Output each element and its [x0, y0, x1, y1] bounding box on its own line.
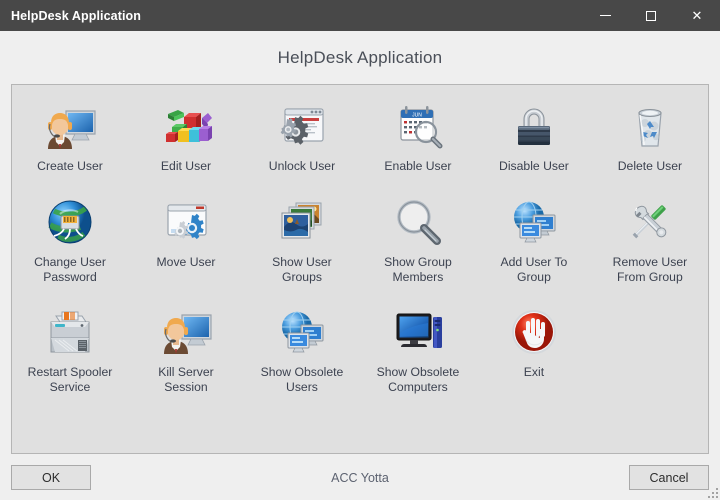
icon-row: Change User Password Move User Show User…: [12, 186, 708, 296]
action-icon-panel: Create User Edit User Unlock User JUN En…: [11, 84, 709, 454]
action-label: Unlock User: [268, 159, 336, 173]
window-settings-gears-icon: [157, 194, 215, 252]
resize-grip[interactable]: [706, 486, 718, 498]
action-label: Exit: [523, 365, 545, 379]
action-label: Show Obsolete Computers: [376, 365, 460, 394]
close-icon: ✕: [691, 8, 703, 23]
action-label: Add User To Group: [500, 255, 568, 284]
action-move-user[interactable]: Move User: [128, 186, 244, 296]
helpdesk-application-window: HelpDesk Application ✕ HelpDesk Applicat…: [0, 0, 720, 500]
globe-two-monitors-icon: [505, 194, 563, 252]
desktop-computer-tower-icon: [389, 304, 447, 362]
status-text: ACC Yotta: [331, 470, 389, 485]
calendar-magnifier-icon: JUN: [389, 98, 447, 156]
action-kill-server-session[interactable]: Kill Server Session: [128, 296, 244, 406]
action-delete-user[interactable]: Delete User: [592, 90, 708, 186]
action-create-user[interactable]: Create User: [12, 90, 128, 186]
action-label: Kill Server Session: [158, 365, 214, 394]
icon-row: Create User Edit User Unlock User JUN En…: [12, 90, 708, 186]
action-label: Move User: [156, 255, 216, 269]
globe-network-jack-icon: [41, 194, 99, 252]
window-title: HelpDesk Application: [11, 8, 142, 23]
action-show-group-members[interactable]: Show Group Members: [360, 186, 476, 296]
stacked-photos-icon: [273, 194, 331, 252]
empty-cell: [592, 296, 708, 406]
minimize-button[interactable]: [582, 0, 628, 31]
action-edit-user[interactable]: Edit User: [128, 90, 244, 186]
recycle-bin-icon: [621, 98, 679, 156]
action-change-user-password[interactable]: Change User Password: [12, 186, 128, 296]
minimize-icon: [599, 15, 611, 16]
action-restart-spooler-service[interactable]: Restart Spooler Service: [12, 296, 128, 406]
action-label: Enable User: [384, 159, 452, 173]
magnifier-icon: [389, 194, 447, 252]
action-show-user-groups[interactable]: Show User Groups: [244, 186, 360, 296]
panel-wrapper: Create User Edit User Unlock User JUN En…: [0, 84, 720, 455]
action-label: Restart Spooler Service: [27, 365, 113, 394]
icon-row: Restart Spooler Service Kill Server Sess…: [12, 296, 708, 406]
header: HelpDesk Application: [0, 31, 720, 84]
action-disable-user[interactable]: Disable User: [476, 90, 592, 186]
action-label: Show Group Members: [384, 255, 452, 284]
cancel-button[interactable]: Cancel: [629, 465, 709, 490]
maximize-button[interactable]: [628, 0, 674, 31]
footer-button-bar: OK ACC Yotta Cancel: [0, 455, 720, 500]
action-unlock-user[interactable]: Unlock User: [244, 90, 360, 186]
printer-icon: [41, 304, 99, 362]
globe-two-monitors-icon: [273, 304, 331, 362]
colored-blocks-icon: [157, 98, 215, 156]
action-label: Disable User: [499, 159, 569, 173]
action-remove-user-from-group[interactable]: Remove User From Group: [592, 186, 708, 296]
action-label: Show Obsolete Users: [260, 365, 344, 394]
title-bar: HelpDesk Application ✕: [0, 0, 720, 31]
padlock-icon: [505, 98, 563, 156]
support-agent-monitor-icon: [157, 304, 215, 362]
screwdriver-wrench-icon: [621, 194, 679, 252]
ok-button[interactable]: OK: [11, 465, 91, 490]
action-label: Delete User: [617, 159, 683, 173]
action-enable-user[interactable]: JUN Enable User: [360, 90, 476, 186]
action-exit[interactable]: Exit: [476, 296, 592, 406]
action-label: Change User Password: [34, 255, 106, 284]
svg-text:JUN: JUN: [412, 113, 422, 119]
action-show-obsolete-computers[interactable]: Show Obsolete Computers: [360, 296, 476, 406]
action-label: Show User Groups: [272, 255, 332, 284]
action-add-user-to-group[interactable]: Add User To Group: [476, 186, 592, 296]
action-label: Remove User From Group: [612, 255, 688, 284]
action-label: Create User: [37, 159, 103, 173]
page-title: HelpDesk Application: [277, 47, 443, 67]
close-button[interactable]: ✕: [674, 0, 720, 31]
action-label: Edit User: [160, 159, 212, 173]
action-show-obsolete-users[interactable]: Show Obsolete Users: [244, 296, 360, 406]
support-agent-monitor-icon: [41, 98, 99, 156]
red-stop-hand-icon: [505, 304, 563, 362]
maximize-icon: [646, 10, 656, 21]
window-gears-icon: [273, 98, 331, 156]
